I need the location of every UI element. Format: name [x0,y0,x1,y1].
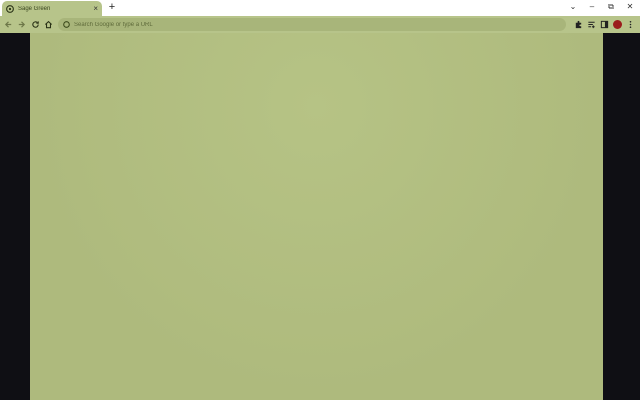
page-content[interactable] [30,33,603,400]
tab-strip: Sage Green × + ⌄ – ⧉ ✕ [0,0,640,16]
tab-title: Sage Green [18,5,51,12]
reload-icon[interactable] [30,19,41,30]
side-panel-icon[interactable] [599,19,610,30]
new-tab-button[interactable]: + [106,2,118,14]
close-window-button[interactable]: ✕ [623,1,637,13]
tab-close-icon[interactable]: × [93,4,98,13]
extensions-puzzle-icon[interactable] [573,19,584,30]
address-bar[interactable] [58,18,566,31]
avatar-icon [613,20,622,29]
tab-sage-green[interactable]: Sage Green × [2,1,102,16]
minimize-button[interactable]: – [585,1,599,13]
page-viewport [0,33,640,400]
restore-button[interactable]: ⧉ [604,1,618,13]
reading-list-icon[interactable] [586,19,597,30]
scrollbar[interactable] [630,33,640,400]
back-arrow-icon[interactable] [3,19,14,30]
site-favicon-icon [6,4,14,13]
search-input[interactable] [74,21,554,28]
google-g-icon [63,21,70,28]
home-icon[interactable] [43,19,54,30]
browser-toolbar [0,16,640,33]
forward-arrow-icon[interactable] [16,19,27,30]
profile-avatar[interactable] [612,19,623,30]
tab-search-chevron-down-icon[interactable]: ⌄ [566,1,580,13]
kebab-menu-icon[interactable] [625,19,636,30]
